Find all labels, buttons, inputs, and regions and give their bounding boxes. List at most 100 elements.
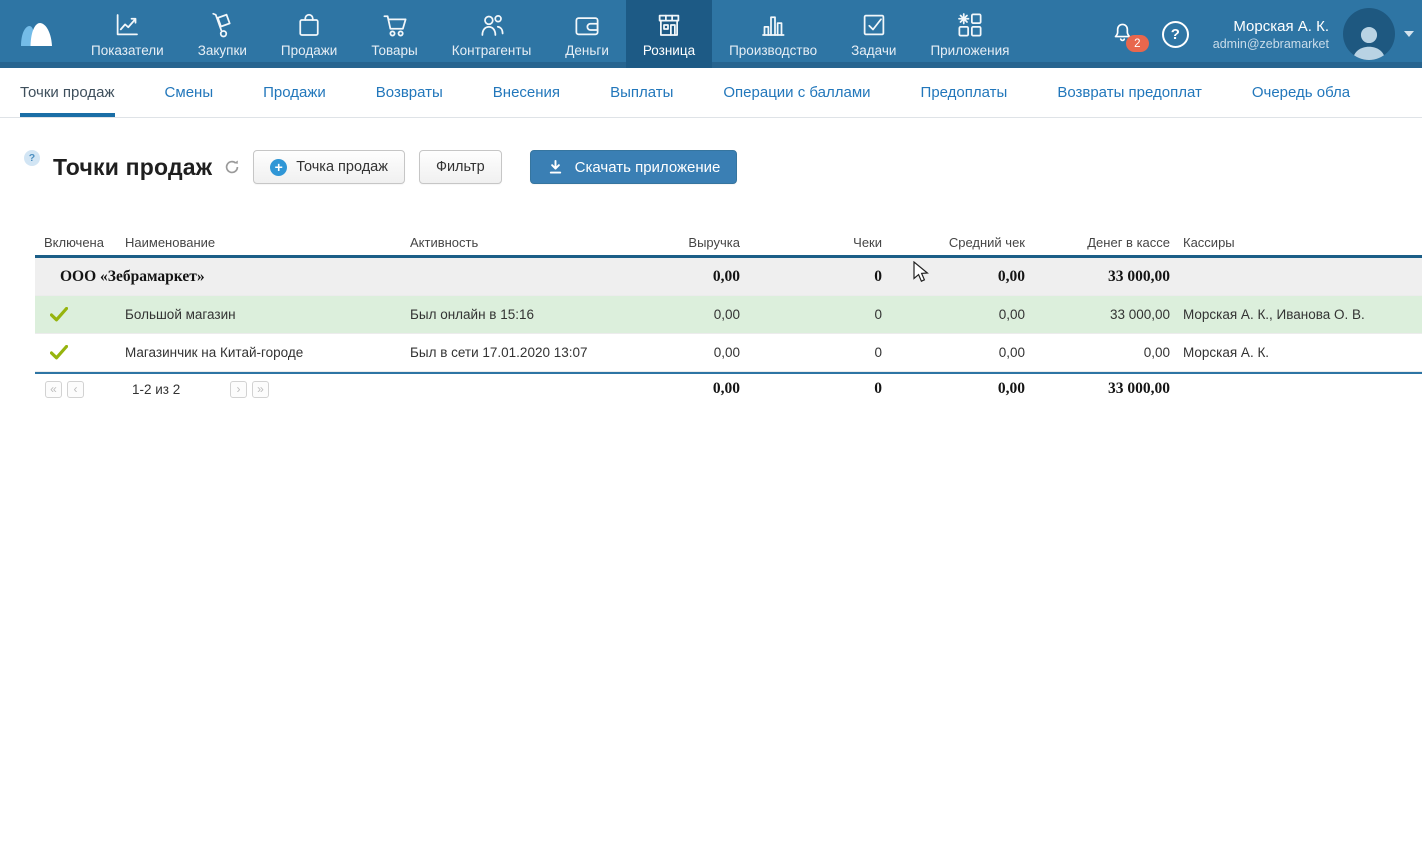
- nav-item-goods[interactable]: Товары: [354, 0, 434, 68]
- nav-item-label: Продажи: [281, 43, 337, 58]
- tab-points-of-sale[interactable]: Точки продаж: [20, 68, 115, 117]
- nav-item-production[interactable]: Производство: [712, 0, 834, 68]
- total-checks: 0: [740, 380, 882, 398]
- nav-item-sales[interactable]: Продажи: [264, 0, 354, 68]
- nav-item-label: Задачи: [851, 43, 896, 58]
- filter-button-label: Фильтр: [436, 159, 485, 175]
- tab-queue[interactable]: Очередь обла: [1252, 68, 1350, 117]
- nav-item-counterparties[interactable]: Контрагенты: [435, 0, 549, 68]
- download-app-button[interactable]: Скачать приложение: [530, 150, 738, 184]
- group-checks: 0: [740, 268, 882, 286]
- shopping-cart-icon: [380, 10, 410, 40]
- page-help-badge[interactable]: ?: [24, 150, 40, 166]
- shopping-bag-icon: [294, 10, 324, 40]
- table-row[interactable]: Большой магазин Был онлайн в 15:16 0,00 …: [35, 296, 1422, 334]
- nav-item-tasks[interactable]: Задачи: [834, 0, 913, 68]
- column-header-enabled[interactable]: Включена: [35, 235, 125, 250]
- tab-bonus-operations[interactable]: Операции с баллами: [723, 68, 870, 117]
- column-header-name[interactable]: Наименование: [125, 235, 410, 250]
- table-row[interactable]: Магазинчик на Китай-городе Был в сети 17…: [35, 334, 1422, 372]
- nav-item-purchases[interactable]: Закупки: [181, 0, 264, 68]
- pos-cashiers: Морская А. К.: [1170, 345, 1422, 360]
- total-cash: 33 000,00: [1025, 380, 1170, 398]
- organization-name: ООО «Зебрамаркет»: [35, 268, 610, 286]
- chevron-down-icon: [1404, 31, 1414, 37]
- total-avg-check: 0,00: [882, 380, 1025, 398]
- page-toolbar: ? Точки продаж + Точка продаж Фильтр Ска…: [24, 149, 1422, 185]
- nav-item-indicators[interactable]: Показатели: [74, 0, 181, 68]
- nav-item-label: Товары: [371, 43, 417, 58]
- nav-item-retail[interactable]: Розница: [626, 0, 712, 68]
- column-header-activity[interactable]: Активность: [410, 235, 610, 250]
- pos-avg-check: 0,00: [882, 307, 1025, 322]
- navbar-right-cluster: 2 ? Морская А. К. admin@zebramarket: [1109, 0, 1422, 68]
- pos-activity: Был онлайн в 15:16: [410, 307, 610, 322]
- column-header-cashiers[interactable]: Кассиры: [1170, 235, 1422, 250]
- app-logo[interactable]: [0, 0, 74, 68]
- column-header-checks[interactable]: Чеки: [740, 235, 882, 250]
- table-group-row[interactable]: ООО «Зебрамаркет» 0,00 0 0,00 33 000,00: [35, 258, 1422, 296]
- pagination-first-button[interactable]: «: [45, 381, 62, 398]
- column-header-avg-check[interactable]: Средний чек: [882, 235, 1025, 250]
- pos-name: Магазинчик на Китай-городе: [125, 345, 410, 360]
- top-navbar: Показатели Закупки Продажи Товары Контра…: [0, 0, 1422, 68]
- user-menu[interactable]: Морская А. К. admin@zebramarket: [1213, 8, 1414, 60]
- tab-payouts[interactable]: Выплаты: [610, 68, 673, 117]
- pos-revenue: 0,00: [610, 307, 740, 322]
- pagination-prev-button[interactable]: ‹: [67, 381, 84, 398]
- plus-icon: +: [270, 159, 287, 176]
- download-button-label: Скачать приложение: [575, 159, 721, 176]
- pos-checks: 0: [740, 345, 882, 360]
- tab-shifts[interactable]: Смены: [165, 68, 214, 117]
- cloud-logo-icon: [18, 20, 56, 48]
- nav-item-label: Деньги: [565, 43, 609, 58]
- check-icon: [50, 307, 68, 322]
- check-icon: [50, 345, 68, 360]
- pos-cashiers: Морская А. К., Иванова О. В.: [1170, 307, 1422, 322]
- pos-name: Большой магазин: [125, 307, 410, 322]
- download-icon: [547, 159, 564, 176]
- nav-item-label: Закупки: [198, 43, 247, 58]
- tab-prepayments[interactable]: Предоплаты: [921, 68, 1008, 117]
- pagination: « ‹ 1-2 из 2 › »: [35, 381, 610, 398]
- tab-deposits[interactable]: Внесения: [493, 68, 560, 117]
- refresh-button[interactable]: [224, 159, 240, 175]
- enabled-cell: [35, 307, 125, 322]
- nav-item-label: Показатели: [91, 43, 164, 58]
- nav-item-label: Производство: [729, 43, 817, 58]
- total-revenue: 0,00: [610, 380, 740, 398]
- hand-truck-icon: [207, 10, 237, 40]
- tab-sales[interactable]: Продажи: [263, 68, 326, 117]
- add-point-of-sale-button[interactable]: + Точка продаж: [253, 150, 405, 184]
- filter-button[interactable]: Фильтр: [419, 150, 502, 184]
- nav-item-apps[interactable]: Приложения: [913, 0, 1026, 68]
- wallet-icon: [572, 10, 602, 40]
- enabled-cell: [35, 345, 125, 360]
- nav-item-label: Приложения: [930, 43, 1009, 58]
- column-header-revenue[interactable]: Выручка: [610, 235, 740, 250]
- pos-cash: 33 000,00: [1025, 307, 1170, 322]
- table-header-row: Включена Наименование Активность Выручка…: [35, 230, 1422, 258]
- tab-returns[interactable]: Возвраты: [376, 68, 443, 117]
- user-info: Морская А. К. admin@zebramarket: [1213, 18, 1329, 51]
- notifications-button[interactable]: 2: [1109, 18, 1136, 50]
- points-of-sale-table: Включена Наименование Активность Выручка…: [35, 230, 1422, 404]
- nav-item-label: Розница: [643, 43, 695, 58]
- apps-grid-icon: [955, 10, 985, 40]
- chart-line-icon: [112, 10, 142, 40]
- people-icon: [477, 10, 507, 40]
- pos-activity: Был в сети 17.01.2020 13:07: [410, 345, 610, 360]
- nav-item-money[interactable]: Деньги: [548, 0, 626, 68]
- help-button[interactable]: ?: [1162, 21, 1189, 48]
- section-tabbar: Точки продаж Смены Продажи Возвраты Внес…: [0, 68, 1422, 118]
- pos-avg-check: 0,00: [882, 345, 1025, 360]
- pagination-next-button[interactable]: ›: [230, 381, 247, 398]
- storefront-icon: [654, 10, 684, 40]
- pagination-last-button[interactable]: »: [252, 381, 269, 398]
- page-title: Точки продаж: [53, 154, 212, 181]
- person-silhouette-icon: [1348, 21, 1390, 60]
- user-email: admin@zebramarket: [1213, 37, 1329, 51]
- tab-prepayment-returns[interactable]: Возвраты предоплат: [1057, 68, 1202, 117]
- column-header-cash[interactable]: Денег в кассе: [1025, 235, 1170, 250]
- nav-item-label: Контрагенты: [452, 43, 532, 58]
